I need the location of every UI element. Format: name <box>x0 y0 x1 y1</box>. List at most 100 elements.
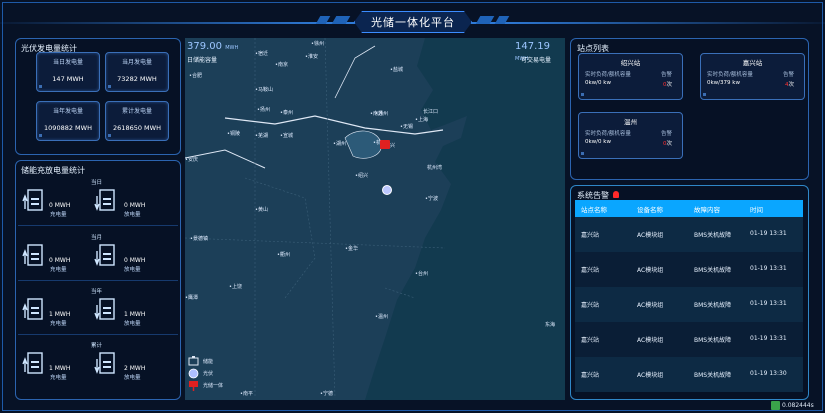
corner-dot <box>108 134 111 137</box>
alarm-count: 0次 <box>663 139 672 147</box>
place-name: 南平 <box>242 391 253 397</box>
alarm-bell-icon[interactable] <box>613 191 619 198</box>
table-row[interactable]: 嘉兴站 AC模块组 BMS关机故障 01-19 13:31 <box>575 322 803 357</box>
capacity-label: 实时负荷/额机容量 <box>707 72 753 78</box>
place-name: 宣城 <box>282 133 293 139</box>
map-place-label: •宁波 <box>425 196 438 202</box>
charge-value: 0 MWH <box>49 202 71 209</box>
table-row[interactable]: 嘉兴站 AC模块组 BMS关机故障 01-19 13:31 <box>575 287 803 322</box>
table-row[interactable]: 嘉兴站 AC模块组 BMS关机故障 01-19 13:30 <box>575 357 803 392</box>
charge-label: 充电量 <box>50 321 67 327</box>
map-place-label: •宁德 <box>320 391 333 397</box>
station-card[interactable]: 温州 实时负荷/额机容量 告警 0kw/0 kw 0次 <box>578 112 683 159</box>
place-name: 衢州 <box>279 252 290 258</box>
capacity-label: 实时负荷/额机容量 <box>585 131 631 137</box>
row-divider <box>18 280 178 281</box>
storage-capacity-number: 379.00 <box>187 41 222 52</box>
map-place-label: •衢州 <box>277 252 290 258</box>
integrated-icon <box>189 381 198 391</box>
cell-station: 嘉兴站 <box>581 267 600 274</box>
place-name: 宁波 <box>427 196 438 202</box>
map-place-label: •安庆 <box>185 157 198 163</box>
alarm-unit: 次 <box>666 141 672 147</box>
place-name: 台州 <box>417 271 428 277</box>
map-place-label: •淮安 <box>305 54 318 60</box>
tradable-energy-caption: 可交易电量 <box>521 57 552 64</box>
map-place-label: •合肥 <box>189 73 202 79</box>
storage-period: 当月 <box>91 235 103 241</box>
corner-dot <box>581 93 584 96</box>
stat-label: 当年发电量 <box>52 108 83 115</box>
stat-yearly-pv[interactable]: 当年发电量 1090882 MWH <box>36 101 100 141</box>
storage-period: 当年 <box>91 289 103 295</box>
place-name: 泰州 <box>282 110 293 116</box>
tradable-energy-number: 147.19 <box>515 41 550 52</box>
stat-daily-pv[interactable]: 当日发电量 147 MWH <box>36 52 100 92</box>
alarm-count: 4次 <box>785 80 794 88</box>
map-place-label: •绍兴 <box>355 173 368 179</box>
map-place-label: •上海 <box>415 117 428 123</box>
alarm-unit: 次 <box>788 82 794 88</box>
place-name: 宁德 <box>322 391 333 397</box>
place-name: 上饶 <box>231 284 242 290</box>
cell-fault: BMS关机故障 <box>694 372 732 379</box>
place-name: 鹰潭 <box>187 295 198 301</box>
corner-dot <box>39 134 42 137</box>
place-name: 扬州 <box>259 107 270 113</box>
legend-label: 储能 <box>203 359 214 365</box>
corner-dot <box>581 152 584 155</box>
row-divider <box>18 225 178 226</box>
place-name: 上海 <box>417 117 428 123</box>
cell-time: 01-19 13:30 <box>750 370 787 377</box>
cell-time: 01-19 13:31 <box>750 265 787 272</box>
map-place-label: •上饶 <box>229 284 242 290</box>
pv-marker[interactable] <box>382 185 392 195</box>
legend-label: 光储一体 <box>203 383 224 389</box>
render-time-value: 0.082444s <box>782 401 814 409</box>
place-name: 盐城 <box>392 67 403 73</box>
storage-capacity-value: 379.00 MWH <box>187 41 238 52</box>
storage-capacity-unit: MWH <box>225 45 239 51</box>
map-place-label: 东海 <box>545 321 555 328</box>
charge-label: 充电量 <box>50 267 67 273</box>
station-card[interactable]: 嘉兴站 实时负荷/额机容量 告警 0kw/379 kw 4次 <box>700 53 805 100</box>
place-name: 安庆 <box>187 157 198 163</box>
stat-value: 1090882 MWH <box>44 124 92 132</box>
station-name: 绍兴站 <box>620 59 641 67</box>
discharge-icon <box>94 244 115 266</box>
discharge-icon <box>94 352 115 374</box>
cell-fault: BMS关机故障 <box>694 337 732 344</box>
integrated-marker[interactable] <box>380 140 390 149</box>
cell-station: 嘉兴站 <box>581 372 600 379</box>
discharge-value: 1 MWH <box>124 311 146 318</box>
table-row[interactable]: 嘉兴站 AC模块组 BMS关机故障 01-19 13:31 <box>575 217 803 252</box>
place-name: 绍兴 <box>357 173 368 179</box>
storage-capacity-caption: 日储能容量 <box>187 57 218 64</box>
station-card[interactable]: 绍兴站 实时负荷/额机容量 告警 0kw/0 kw 0次 <box>578 53 683 100</box>
stat-monthly-pv[interactable]: 当月发电量 73282 MWH <box>105 52 169 92</box>
capacity-value: 0kw/0 kw <box>585 80 611 86</box>
place-name: 南京 <box>277 62 288 68</box>
stat-value: 147 MWH <box>52 75 84 83</box>
cell-fault: BMS关机故障 <box>694 302 732 309</box>
charge-icon <box>22 298 43 320</box>
map-place-label: •马鞍山 <box>255 87 273 93</box>
cell-device: AC模块组 <box>637 232 664 239</box>
alarm-unit: 次 <box>666 82 672 88</box>
pv-icon <box>188 368 199 379</box>
discharge-label: 放电量 <box>124 375 141 381</box>
row-divider <box>18 334 178 335</box>
place-name: 合肥 <box>191 73 202 79</box>
stat-total-pv[interactable]: 累计发电量 2618650 MWH <box>105 101 169 141</box>
alarm-count: 0次 <box>663 80 672 88</box>
render-time-badge: 0.082444s <box>771 400 821 410</box>
station-name: 嘉兴站 <box>742 59 763 67</box>
table-row[interactable]: 嘉兴站 AC模块组 BMS关机故障 01-19 13:31 <box>575 252 803 287</box>
place-name: 芜湖 <box>257 133 268 139</box>
region-map[interactable]: 379.00 MWH 日储能容量 147.19 MWH 可交易电量 •徐州 •宿迁… <box>185 38 565 400</box>
charge-icon <box>22 352 43 374</box>
alarm-table-header: 站点名称 设备名称 故障内容 时间 <box>575 200 803 217</box>
station-name: 温州 <box>624 118 637 126</box>
map-place-label: •金华 <box>345 246 358 252</box>
page-title: 光储一体化平台 <box>354 11 472 33</box>
